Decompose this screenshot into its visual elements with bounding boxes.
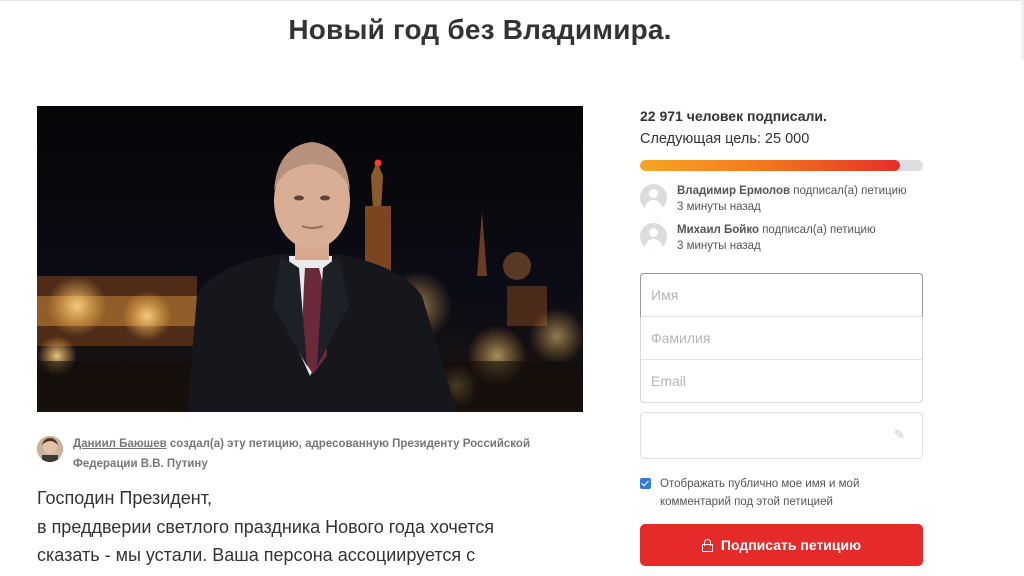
- petition-image: [37, 106, 583, 412]
- petition-body: Господин Президент, в преддверии светлог…: [37, 484, 583, 570]
- lock-icon: [701, 538, 713, 552]
- signer-name: Владимир Ермолов: [677, 185, 791, 197]
- petition-title: Новый год без Владимира.: [288, 14, 672, 45]
- author-avatar[interactable]: [37, 436, 63, 462]
- body-line: сказать - мы устали. Ваша персона ассоци…: [37, 545, 476, 565]
- signer-action: подписал(а) петицию: [790, 185, 907, 197]
- consent-option: Отображать публично мое имя и мой коммен…: [640, 475, 930, 511]
- signer-text: Михаил Бойко подписал(а) петицию 3 минут…: [677, 222, 925, 254]
- signer-text: Владимир Ермолов подписал(а) петицию 3 м…: [677, 183, 925, 215]
- first-name-field[interactable]: Имя: [640, 273, 923, 317]
- signature-goal: Следующая цель: 25 000: [640, 131, 810, 147]
- signer-name: Михаил Бойко: [677, 224, 759, 236]
- pencil-icon: ✎: [894, 427, 905, 442]
- email-field[interactable]: Email: [641, 359, 922, 402]
- sign-button-label: Подписать петицию: [720, 537, 862, 553]
- signer-action: подписал(а) петицию: [759, 224, 876, 236]
- signature-progress-bar: [640, 160, 923, 171]
- comment-input[interactable]: ✎: [640, 412, 923, 459]
- petition-author-line: Даниил Баюшев создал(а) эту петицию, адр…: [37, 434, 583, 474]
- body-line: в преддверии светлого праздника Нового г…: [37, 516, 495, 537]
- user-icon: [640, 184, 667, 211]
- signature-count: 22 971 человек подписали.: [640, 108, 827, 124]
- last-name-field[interactable]: Фамилия: [641, 316, 922, 359]
- signer-time: 3 минуты назад: [677, 240, 761, 252]
- sign-petition-button[interactable]: Подписать петицию: [640, 524, 923, 566]
- signature-form: Имя Фамилия Email: [640, 273, 923, 403]
- consent-checkbox[interactable]: [640, 478, 651, 489]
- user-icon: [640, 223, 667, 250]
- author-text: Даниил Баюшев создал(а) эту петицию, адр…: [73, 434, 583, 474]
- recent-signer: Владимир Ермолов подписал(а) петицию 3 м…: [640, 183, 930, 215]
- progress-fill: [640, 160, 901, 171]
- top-divider: [0, 0, 1024, 1]
- author-link[interactable]: Даниил Баюшев: [73, 438, 167, 450]
- consent-label: Отображать публично мое имя и мой коммен…: [660, 478, 860, 508]
- signer-time: 3 минуты назад: [677, 201, 761, 213]
- recent-signer: Михаил Бойко подписал(а) петицию 3 минут…: [640, 222, 930, 254]
- body-line: Господин Президент,: [37, 488, 212, 508]
